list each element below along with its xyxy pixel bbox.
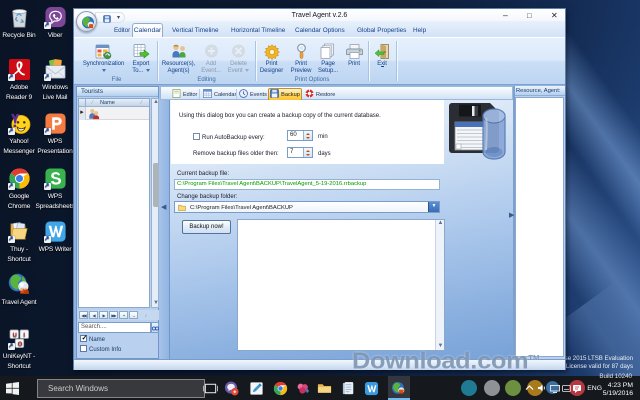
- svg-text:O: O: [17, 341, 22, 347]
- svg-text:U: U: [12, 332, 16, 338]
